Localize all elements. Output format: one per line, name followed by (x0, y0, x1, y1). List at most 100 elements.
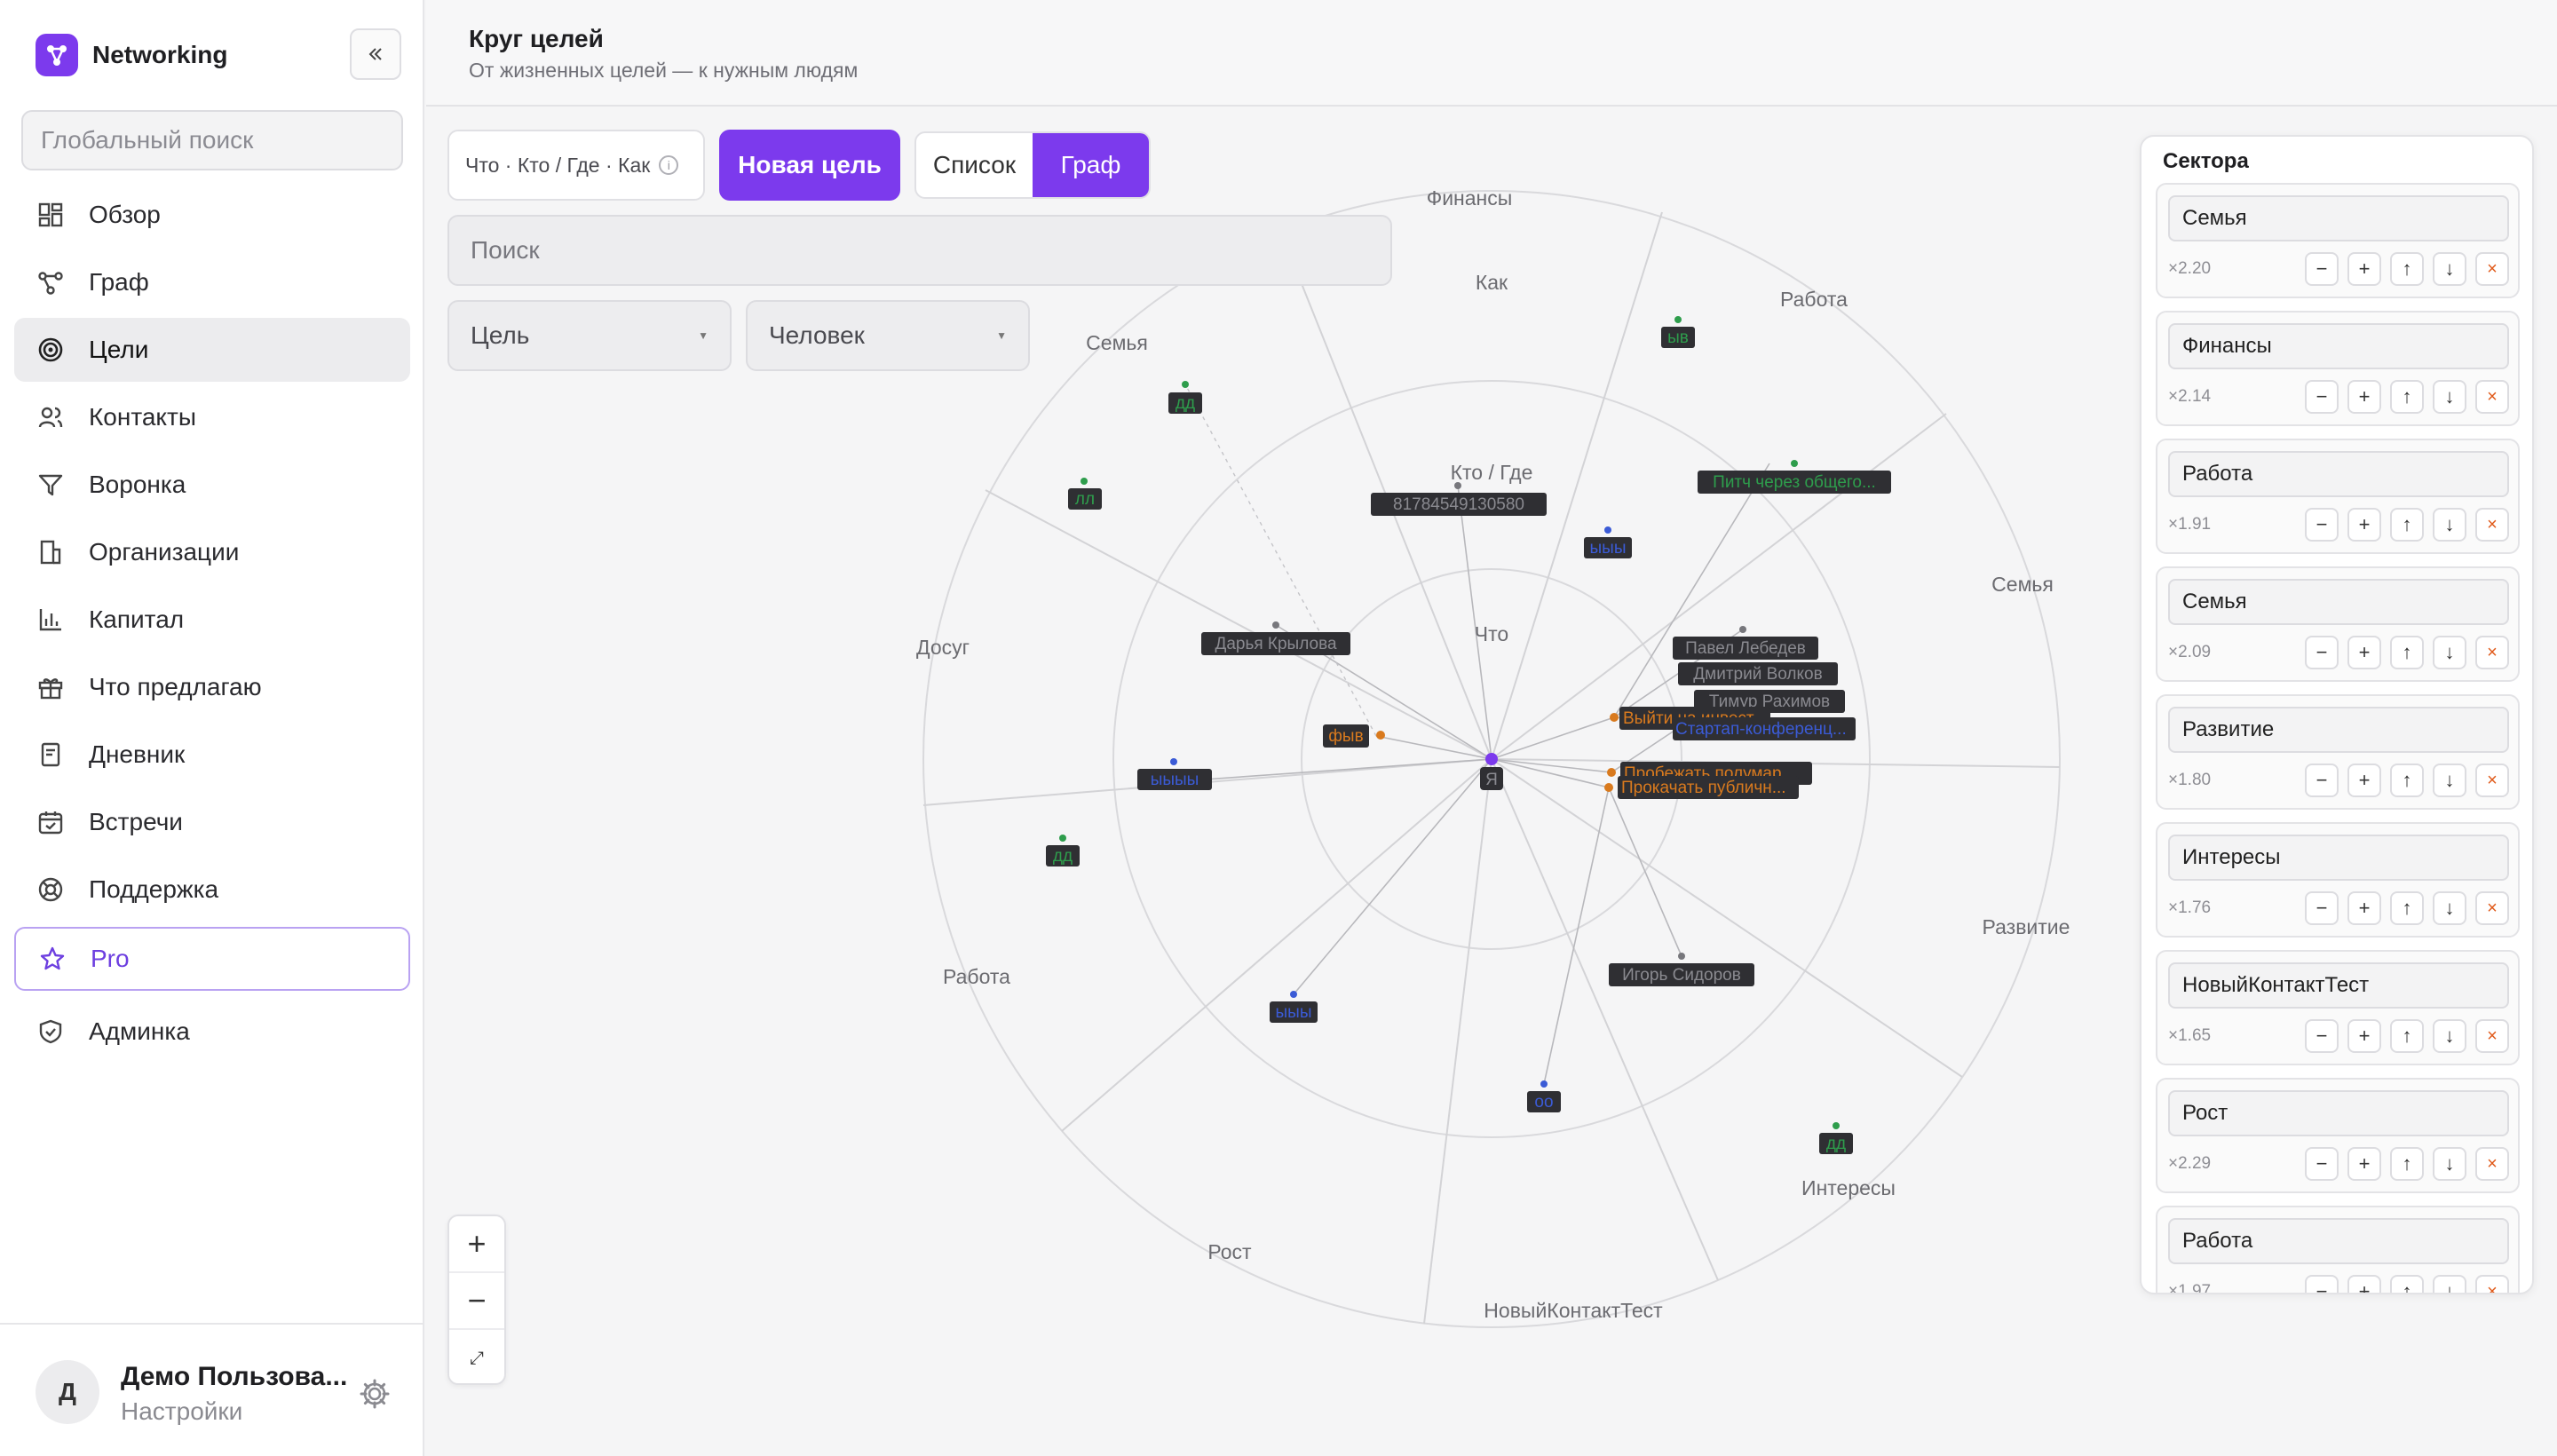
graph-node-yyyyy[interactable]: ыыыы (1137, 758, 1212, 790)
view-graph-button[interactable]: Граф (1033, 133, 1149, 197)
graph-node-dmitry[interactable]: Дмитрий Волков (1678, 662, 1838, 685)
move-up-button[interactable]: ↑ (2390, 508, 2424, 542)
increase-weight-button[interactable]: + (2347, 1147, 2381, 1181)
collapse-sidebar-button[interactable] (350, 28, 401, 80)
sidebar-item-graph[interactable]: Граф (14, 250, 410, 314)
delete-sector-button[interactable]: × (2475, 380, 2509, 414)
move-down-button[interactable]: ↓ (2433, 252, 2466, 286)
person-filter-select[interactable]: Человек ▼ (746, 300, 1030, 371)
decrease-weight-button[interactable]: − (2305, 1147, 2339, 1181)
sidebar-item-offers[interactable]: Что предлагаю (14, 655, 410, 719)
move-up-button[interactable]: ↑ (2390, 252, 2424, 286)
sector-name-input[interactable]: Развитие (2168, 707, 2509, 753)
move-up-button[interactable]: ↑ (2390, 1275, 2424, 1293)
decrease-weight-button[interactable]: − (2305, 891, 2339, 925)
sidebar-item-organizations[interactable]: Организации (14, 520, 410, 584)
decrease-weight-button[interactable]: − (2305, 1275, 2339, 1293)
sidebar-item-meetings[interactable]: Встречи (14, 790, 410, 854)
move-down-button[interactable]: ↓ (2433, 891, 2466, 925)
increase-weight-button[interactable]: + (2347, 636, 2381, 669)
sidebar-item-support[interactable]: Поддержка (14, 858, 410, 922)
delete-sector-button[interactable]: × (2475, 252, 2509, 286)
new-goal-button[interactable]: Новая цель (719, 130, 900, 201)
decrease-weight-button[interactable]: − (2305, 252, 2339, 286)
move-up-button[interactable]: ↑ (2390, 891, 2424, 925)
increase-weight-button[interactable]: + (2347, 764, 2381, 797)
delete-sector-button[interactable]: × (2475, 891, 2509, 925)
decrease-weight-button[interactable]: − (2305, 1019, 2339, 1053)
sector-name-input[interactable]: Интересы (2168, 835, 2509, 881)
delete-sector-button[interactable]: × (2475, 508, 2509, 542)
graph-node-oo[interactable]: оо (1527, 1080, 1561, 1112)
sidebar-item-pro[interactable]: Pro (14, 927, 410, 991)
increase-weight-button[interactable]: + (2347, 380, 2381, 414)
info-icon[interactable]: i (659, 155, 679, 175)
sector-name-input[interactable]: Работа (2168, 451, 2509, 497)
graph-node-yyy-2[interactable]: ыыы (1270, 991, 1318, 1023)
sector-name-input[interactable]: Семья (2168, 195, 2509, 241)
delete-sector-button[interactable]: × (2475, 636, 2509, 669)
delete-sector-button[interactable]: × (2475, 1147, 2509, 1181)
move-up-button[interactable]: ↑ (2390, 1019, 2424, 1053)
graph-node-startup[interactable]: Стартап-конференц... (1673, 717, 1856, 740)
graph-node-dd-1[interactable]: дд (1168, 381, 1202, 414)
goal-filter-select[interactable]: Цель ▼ (447, 300, 732, 371)
settings-link[interactable]: Настройки (121, 1397, 242, 1426)
graph-node-yv[interactable]: ыв (1661, 316, 1695, 348)
move-down-button[interactable]: ↓ (2433, 1147, 2466, 1181)
graph-node-darya[interactable]: Дарья Крылова (1201, 621, 1350, 655)
increase-weight-button[interactable]: + (2347, 1275, 2381, 1293)
gear-icon[interactable] (357, 1376, 392, 1412)
move-up-button[interactable]: ↑ (2390, 636, 2424, 669)
delete-sector-button[interactable]: × (2475, 1019, 2509, 1053)
move-up-button[interactable]: ↑ (2390, 380, 2424, 414)
sidebar-item-goals[interactable]: Цели (14, 318, 410, 382)
decrease-weight-button[interactable]: − (2305, 636, 2339, 669)
sector-name-input[interactable]: Семья (2168, 579, 2509, 625)
zoom-in-button[interactable]: + (449, 1216, 504, 1273)
graph-node-phone[interactable]: 81784549130580 (1371, 482, 1547, 516)
graph-node-dd-3[interactable]: дд (1819, 1122, 1853, 1154)
increase-weight-button[interactable]: + (2347, 252, 2381, 286)
sidebar-item-diary[interactable]: Дневник (14, 723, 410, 787)
sidebar-item-funnel[interactable]: Воронка (14, 453, 410, 517)
brand[interactable]: Networking (36, 32, 227, 78)
view-list-button[interactable]: Список (916, 133, 1033, 197)
increase-weight-button[interactable]: + (2347, 508, 2381, 542)
delete-sector-button[interactable]: × (2475, 1275, 2509, 1293)
decrease-weight-button[interactable]: − (2305, 508, 2339, 542)
graph-node-pavel[interactable]: Павел Лебедев (1673, 626, 1818, 660)
move-up-button[interactable]: ↑ (2390, 1147, 2424, 1181)
graph-node-pitch[interactable]: Питч через общего... (1698, 460, 1891, 494)
sidebar-item-admin[interactable]: Админка (14, 1000, 410, 1064)
global-search-input[interactable] (21, 110, 403, 170)
graph-node-dd-2[interactable]: дд (1046, 835, 1080, 866)
decrease-weight-button[interactable]: − (2305, 380, 2339, 414)
sector-name-input[interactable]: Финансы (2168, 323, 2509, 369)
increase-weight-button[interactable]: + (2347, 891, 2381, 925)
graph-node-igor[interactable]: Игорь Сидоров (1609, 953, 1754, 986)
sidebar-item-contacts[interactable]: Контакты (14, 385, 410, 449)
graph-node-yyy-1[interactable]: ыыы (1584, 526, 1632, 558)
sidebar-item-overview[interactable]: Обзор (14, 183, 410, 247)
fit-view-button[interactable]: ⤢ (449, 1330, 504, 1387)
move-down-button[interactable]: ↓ (2433, 636, 2466, 669)
graph-node-ll[interactable]: лл (1068, 478, 1102, 510)
zoom-out-button[interactable]: − (449, 1273, 504, 1330)
delete-sector-button[interactable]: × (2475, 764, 2509, 797)
sector-name-input[interactable]: Рост (2168, 1090, 2509, 1136)
user-profile[interactable]: Д Демо Пользова... Настройки (0, 1323, 424, 1456)
move-up-button[interactable]: ↑ (2390, 764, 2424, 797)
sidebar-item-capital[interactable]: Капитал (14, 588, 410, 652)
move-down-button[interactable]: ↓ (2433, 380, 2466, 414)
graph-node-public[interactable]: Прокачать публичн... (1604, 776, 1799, 799)
move-down-button[interactable]: ↓ (2433, 1275, 2466, 1293)
move-down-button[interactable]: ↓ (2433, 508, 2466, 542)
sector-name-input[interactable]: НовыйКонтактТест (2168, 962, 2509, 1009)
decrease-weight-button[interactable]: − (2305, 764, 2339, 797)
move-down-button[interactable]: ↓ (2433, 764, 2466, 797)
increase-weight-button[interactable]: + (2347, 1019, 2381, 1053)
move-down-button[interactable]: ↓ (2433, 1019, 2466, 1053)
graph-search-input[interactable] (447, 215, 1392, 286)
sector-name-input[interactable]: Работа (2168, 1218, 2509, 1264)
